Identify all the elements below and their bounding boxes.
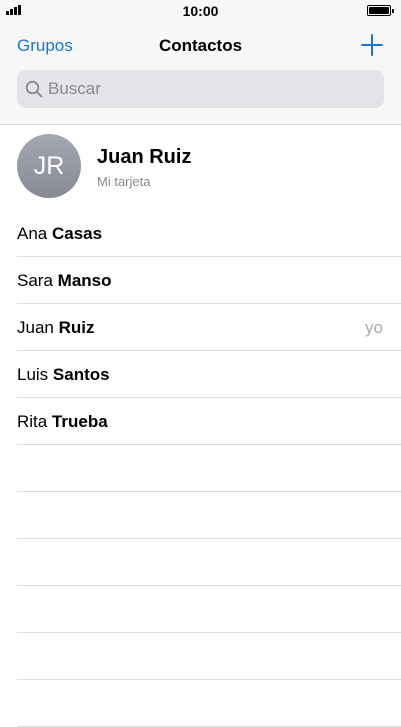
search-input[interactable]: Buscar bbox=[17, 70, 384, 108]
status-bar: 10:00 bbox=[0, 0, 401, 22]
contact-last-name: Ruiz bbox=[58, 318, 95, 337]
my-card-name: Juan Ruiz bbox=[97, 146, 192, 168]
search-placeholder: Buscar bbox=[48, 79, 101, 98]
empty-row bbox=[17, 539, 401, 586]
contact-list: Ana Casas Sara Manso Juan Ruiz yo Luis S… bbox=[0, 210, 401, 727]
battery-icon bbox=[367, 5, 394, 16]
page-title: Contactos bbox=[158, 36, 243, 55]
contact-last-name: Casas bbox=[51, 224, 103, 243]
contact-first-name: Juan bbox=[17, 318, 54, 337]
contact-first-name: Rita bbox=[17, 412, 48, 431]
contact-name: Luis Santos bbox=[17, 365, 110, 385]
contact-name: Sara Manso bbox=[17, 271, 112, 291]
contact-row[interactable]: Luis Santos bbox=[17, 351, 401, 398]
me-tag: yo bbox=[365, 318, 383, 337]
search-icon bbox=[25, 80, 43, 98]
my-card[interactable]: JR Juan Ruiz Mi tarjeta bbox=[0, 125, 401, 210]
contact-row[interactable]: Rita Trueba bbox=[17, 398, 401, 445]
contact-last-name: Manso bbox=[57, 271, 112, 290]
contact-row[interactable]: Juan Ruiz yo bbox=[17, 304, 401, 351]
empty-row bbox=[17, 492, 401, 539]
battery-level bbox=[369, 7, 389, 14]
add-contact-button[interactable] bbox=[361, 34, 383, 56]
empty-row bbox=[17, 633, 401, 680]
empty-row bbox=[17, 680, 401, 727]
contact-last-name: Santos bbox=[52, 365, 110, 384]
plus-icon bbox=[361, 34, 383, 56]
empty-row bbox=[17, 586, 401, 633]
contact-first-name: Luis bbox=[17, 365, 49, 384]
contact-last-name: Trueba bbox=[51, 412, 108, 431]
contact-row[interactable]: Sara Manso bbox=[17, 257, 401, 304]
status-time: 10:00 bbox=[182, 3, 219, 19]
contact-name: Juan Ruiz bbox=[17, 318, 95, 338]
navigation-bar: Grupos Contactos Buscar bbox=[0, 22, 401, 125]
contact-row[interactable]: Ana Casas bbox=[17, 210, 401, 257]
contact-first-name: Ana bbox=[17, 224, 48, 243]
contact-name: Rita Trueba bbox=[17, 412, 108, 432]
empty-row bbox=[17, 445, 401, 492]
contact-name: Ana Casas bbox=[17, 224, 102, 244]
my-card-subtitle: Mi tarjeta bbox=[97, 174, 151, 189]
avatar: JR bbox=[17, 134, 81, 198]
contact-first-name: Sara bbox=[17, 271, 53, 290]
